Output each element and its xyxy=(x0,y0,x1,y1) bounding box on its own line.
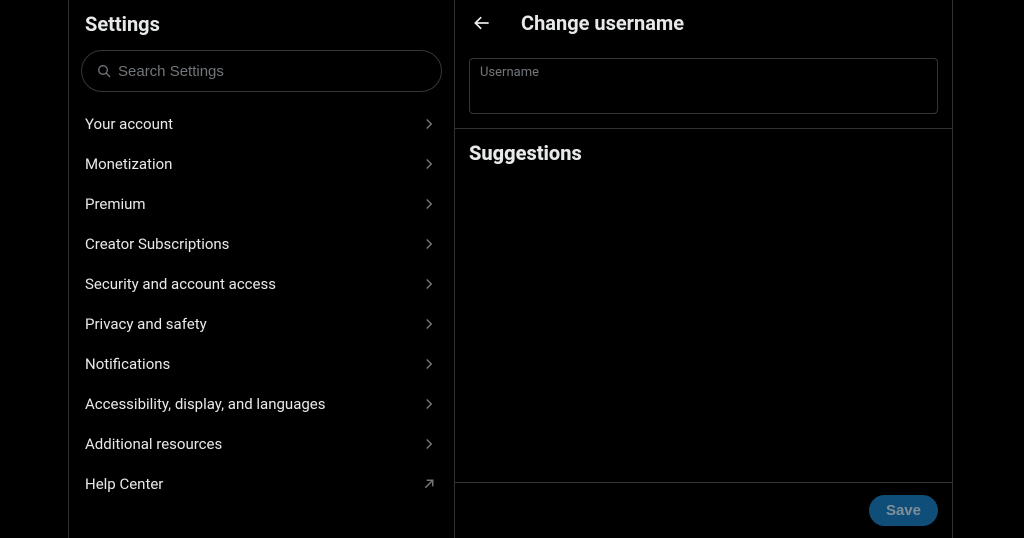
menu-item-creator-subscriptions[interactable]: Creator Subscriptions xyxy=(69,224,454,264)
menu-item-label: Accessibility, display, and languages xyxy=(85,395,325,413)
settings-heading: Settings xyxy=(69,6,454,46)
chevron-right-icon xyxy=(420,115,438,133)
back-button[interactable] xyxy=(465,6,499,40)
chevron-right-icon xyxy=(420,275,438,293)
chevron-right-icon xyxy=(420,355,438,373)
menu-item-your-account[interactable]: Your account xyxy=(69,104,454,144)
chevron-right-icon xyxy=(420,435,438,453)
menu-item-label: Your account xyxy=(85,115,173,133)
menu-item-label: Security and account access xyxy=(85,275,276,293)
menu-item-label: Creator Subscriptions xyxy=(85,235,229,253)
chevron-right-icon xyxy=(420,195,438,213)
menu-item-label: Additional resources xyxy=(85,435,222,453)
arrow-left-icon xyxy=(472,13,492,33)
search-wrap xyxy=(69,46,454,100)
username-field[interactable]: Username xyxy=(469,58,938,114)
menu-item-label: Premium xyxy=(85,195,146,213)
menu-item-help-center[interactable]: Help Center xyxy=(69,464,454,504)
external-link-icon xyxy=(420,475,438,493)
detail-title: Change username xyxy=(521,11,684,35)
menu-item-monetization[interactable]: Monetization xyxy=(69,144,454,184)
menu-item-additional-resources[interactable]: Additional resources xyxy=(69,424,454,464)
footer-row: Save xyxy=(455,482,952,538)
search-field[interactable] xyxy=(81,50,442,92)
menu-item-notifications[interactable]: Notifications xyxy=(69,344,454,384)
right-gutter xyxy=(953,0,1024,538)
suggestions-heading: Suggestions xyxy=(455,129,952,177)
settings-menu: Your account Monetization Premium Creato… xyxy=(69,100,454,504)
menu-item-label: Monetization xyxy=(85,155,172,173)
menu-item-label: Privacy and safety xyxy=(85,315,207,333)
menu-item-security[interactable]: Security and account access xyxy=(69,264,454,304)
menu-item-privacy[interactable]: Privacy and safety xyxy=(69,304,454,344)
menu-item-label: Notifications xyxy=(85,355,170,373)
detail-header: Change username xyxy=(455,0,952,50)
menu-item-accessibility[interactable]: Accessibility, display, and languages xyxy=(69,384,454,424)
suggestions-area xyxy=(455,177,952,482)
chevron-right-icon xyxy=(420,315,438,333)
menu-item-label: Help Center xyxy=(85,475,163,493)
save-button[interactable]: Save xyxy=(869,495,938,526)
username-label: Username xyxy=(480,65,927,80)
detail-column: Change username Username Suggestions Sav… xyxy=(455,0,953,538)
chevron-right-icon xyxy=(420,395,438,413)
menu-item-premium[interactable]: Premium xyxy=(69,184,454,224)
search-input[interactable] xyxy=(118,63,427,80)
settings-column: Settings Your account Monetization Premi… xyxy=(69,0,455,538)
chevron-right-icon xyxy=(420,155,438,173)
left-gutter xyxy=(0,0,69,538)
search-icon xyxy=(96,63,112,79)
chevron-right-icon xyxy=(420,235,438,253)
